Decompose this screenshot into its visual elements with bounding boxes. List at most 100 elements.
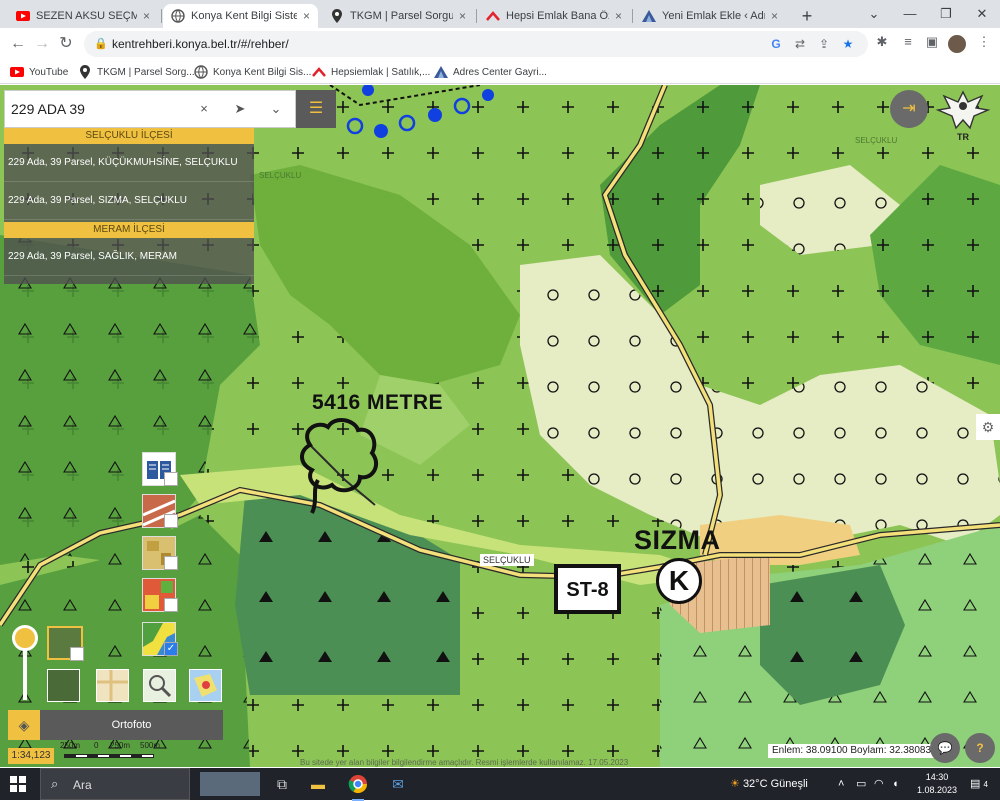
chat-button[interactable]: 💬: [930, 733, 960, 763]
close-tab-icon[interactable]: ×: [303, 9, 310, 23]
file-explorer-icon[interactable]: ▬: [306, 772, 330, 796]
settings-button[interactable]: ⚙: [976, 414, 1000, 440]
address-bar[interactable]: 🔒 kentrehberi.konya.bel.tr/#/rehber/ G ⇄…: [84, 31, 868, 57]
tab-divider: [161, 9, 162, 23]
translate-icon[interactable]: ⇄: [792, 36, 808, 52]
taskbar-search[interactable]: ⌕ Ara: [40, 768, 190, 800]
emblem-logo: TR: [934, 88, 992, 146]
tray-up-arrow-icon[interactable]: ˄: [838, 768, 844, 800]
bookmark-tkgm[interactable]: TKGM | Parsel Sorg...: [78, 64, 195, 80]
basemap-selector[interactable]: ◈ Ortofoto: [8, 710, 223, 740]
task-view-icon[interactable]: ⧉: [270, 772, 294, 796]
hybrid-map-icon: [194, 674, 217, 697]
windows-start-icon[interactable]: [10, 776, 26, 792]
clear-search-icon[interactable]: ×: [195, 100, 213, 118]
tab-youtube[interactable]: SEZEN AKSU SEÇME ŞARKILAR ×: [8, 4, 158, 28]
locate-icon[interactable]: ➤: [231, 100, 249, 118]
search-dropdown-icon[interactable]: ⌄: [267, 100, 285, 118]
tab-hepsiemlak[interactable]: Hepsi Emlak Bana Özel ×: [478, 4, 630, 28]
gear-icon: ⚙: [981, 419, 995, 435]
extensions-icon[interactable]: ✱: [874, 34, 890, 50]
basemap-satellite[interactable]: [47, 669, 80, 702]
result-item[interactable]: 229 Ada, 39 Parsel, SAĞLIK, MERAM: [4, 238, 254, 276]
bookmark-adres-center[interactable]: Adres Center Gayri...: [434, 64, 547, 80]
layer-checkbox[interactable]: [164, 514, 178, 528]
scale-tick: 0: [94, 741, 99, 750]
weather-widget[interactable]: ☀ 32°C Güneşli: [730, 768, 808, 800]
login-button[interactable]: ⇥: [890, 90, 928, 128]
layer-checkbox[interactable]: [164, 556, 178, 570]
media-control-icon[interactable]: ≡: [900, 34, 916, 50]
emblem-label: TR: [957, 132, 969, 142]
result-item[interactable]: 229 Ada, 39 Parsel, KÜÇÜKMUHSİNE, SELÇUK…: [4, 144, 254, 182]
clock-time: 14:30: [925, 772, 949, 782]
tab-title: TKGM | Parsel Sorgu Uygulaması: [350, 10, 453, 22]
tray-network-icon[interactable]: ▭: [856, 768, 866, 800]
layer-checkbox-checked[interactable]: ✓: [164, 642, 178, 656]
tab-title: Konya Kent Bilgi Sistemi: [191, 10, 297, 22]
profile-avatar[interactable]: [948, 35, 966, 53]
share-icon[interactable]: ⇪: [816, 36, 832, 52]
search-box: × ➤ ⌄: [4, 90, 296, 128]
tab-title: Yeni Emlak Ekle ‹ Adres Center: [662, 10, 765, 22]
weather-icon: ☀: [730, 778, 740, 790]
restore-button[interactable]: ❐: [936, 4, 956, 24]
back-button[interactable]: ←: [8, 34, 28, 54]
volume-icon[interactable]: ◖: [892, 768, 899, 800]
layer-checkbox[interactable]: [164, 472, 178, 486]
layer-checkbox[interactable]: [164, 598, 178, 612]
lock-icon[interactable]: 🔒: [94, 37, 108, 50]
reload-button[interactable]: ↻: [56, 34, 76, 54]
station-marker[interactable]: ST-8: [554, 564, 621, 614]
close-tab-icon[interactable]: ×: [459, 9, 466, 23]
tab-adres-center[interactable]: Yeni Emlak Ekle ‹ Adres Center ×: [634, 4, 786, 28]
wifi-icon[interactable]: ◠: [874, 768, 884, 800]
layers-icon[interactable]: ◈: [8, 710, 40, 740]
close-window-button[interactable]: ✕: [972, 4, 992, 24]
scale-bar: 250m 0 250m 500m: [60, 741, 160, 763]
help-button[interactable]: ?: [965, 733, 995, 763]
side-panel-icon[interactable]: ▣: [924, 34, 940, 50]
minimize-button[interactable]: —: [900, 4, 920, 24]
tab-divider: [632, 9, 633, 23]
bookmark-star-icon[interactable]: ★: [840, 36, 856, 52]
tab-konya-kent[interactable]: Konya Kent Bilgi Sistemi ×: [163, 4, 318, 28]
bookmark-youtube[interactable]: YouTube: [10, 64, 68, 80]
tab-search-icon[interactable]: ⌄: [864, 4, 884, 24]
basemap-name: Ortofoto: [111, 719, 152, 731]
new-tab-button[interactable]: +: [796, 5, 818, 27]
youtube-icon: [16, 9, 30, 23]
notification-center[interactable]: ▤ 4: [970, 768, 988, 800]
tab-tkgm[interactable]: TKGM | Parsel Sorgu Uygulaması ×: [322, 4, 474, 28]
bookmark-hepsiemlak[interactable]: Hepsiemlak | Satılık,...: [312, 64, 430, 80]
basemap-street[interactable]: [96, 669, 129, 702]
result-group-header: SELÇUKLU İLÇESİ: [4, 128, 254, 144]
google-icon[interactable]: G: [768, 36, 784, 52]
mail-icon[interactable]: ✉: [386, 772, 410, 796]
road-label-small: SELÇUKLU: [855, 136, 898, 145]
basemap-search[interactable]: [143, 669, 176, 702]
search-input[interactable]: [11, 99, 191, 119]
globe-icon: [194, 65, 208, 79]
layer-checkbox[interactable]: [70, 647, 84, 661]
close-tab-icon[interactable]: ×: [615, 9, 622, 23]
bookmarks-bar: YouTube TKGM | Parsel Sorg... Konya Kent…: [0, 60, 1000, 84]
basemap-hybrid[interactable]: [189, 669, 222, 702]
close-tab-icon[interactable]: ×: [771, 9, 778, 23]
location-pin-icon: [78, 65, 92, 79]
chat-icon: 💬: [937, 741, 953, 755]
system-clock[interactable]: 14:30 1.08.2023: [912, 771, 962, 797]
forward-button[interactable]: →: [32, 34, 52, 54]
opacity-slider-handle[interactable]: [12, 625, 38, 651]
chrome-icon[interactable]: [346, 772, 370, 801]
result-item[interactable]: 229 Ada, 39 Parsel, SIZMA, SELÇUKLU: [4, 182, 254, 220]
k-marker[interactable]: K: [656, 558, 702, 604]
more-menu-icon[interactable]: ⋮: [976, 34, 992, 50]
bookmark-label: Adres Center Gayri...: [453, 66, 547, 78]
menu-button[interactable]: ☰: [296, 90, 336, 128]
bookmark-konya[interactable]: Konya Kent Bilgi Sis...: [194, 64, 311, 80]
taskbar-wallpaper-thumb[interactable]: [200, 772, 260, 796]
close-tab-icon[interactable]: ×: [143, 9, 150, 23]
distance-label: 5416 METRE: [312, 391, 444, 414]
search-icon: ⌕: [51, 776, 59, 791]
